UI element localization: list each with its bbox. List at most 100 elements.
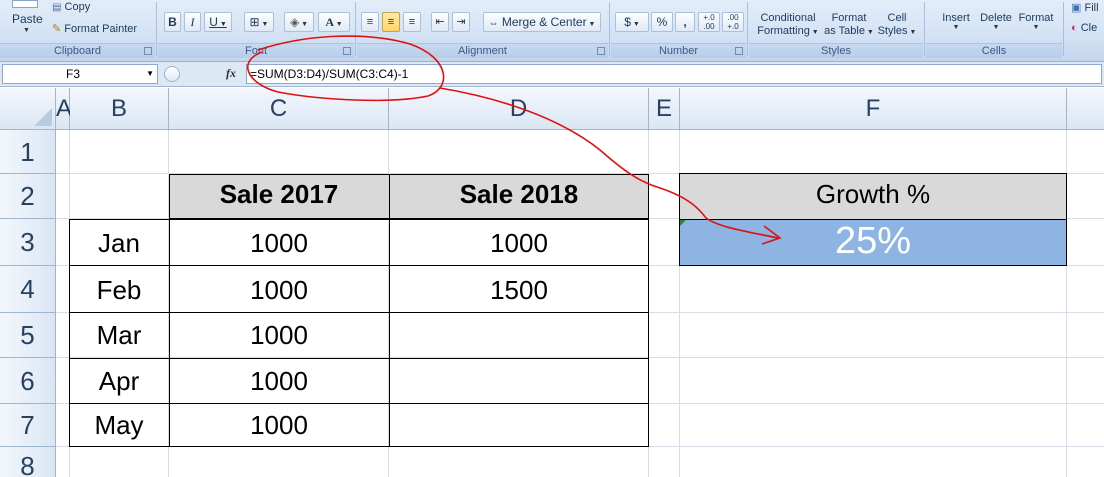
alignment-launcher-icon[interactable]	[597, 47, 605, 55]
row-header-7[interactable]: 7	[0, 404, 56, 447]
expand-circle-icon[interactable]	[164, 66, 180, 82]
sale-2018-cell[interactable]: 1500	[389, 275, 649, 306]
sale-2017-cell[interactable]: 1000	[169, 410, 389, 441]
conditional-formatting-button[interactable]: Conditional Formatting ▼	[757, 12, 819, 39]
month-cell[interactable]: Feb	[69, 275, 169, 306]
column-header-d[interactable]: D	[389, 88, 649, 130]
chevron-down-icon: ▼	[586, 21, 596, 28]
clear-label: Cle	[1080, 22, 1098, 34]
cell-label: Cell	[887, 12, 907, 24]
increase-indent-button[interactable]: ⇥	[452, 12, 470, 32]
sale-2017-cell[interactable]: 1000	[169, 366, 389, 397]
column-header-e[interactable]: E	[649, 88, 680, 130]
sale-2017-cell[interactable]: 1000	[169, 275, 389, 306]
font-launcher-icon[interactable]	[343, 47, 351, 55]
format-cells-button[interactable]: Format ▼	[1014, 12, 1058, 31]
separator	[1063, 2, 1064, 56]
format-cells-label: Format	[1018, 12, 1054, 24]
format-painter-icon: ✎	[52, 23, 62, 35]
column-header-a[interactable]: A	[56, 88, 72, 130]
currency-button[interactable]: $ ▼	[615, 12, 649, 32]
row-header-8[interactable]: 8	[0, 447, 56, 477]
increase-indent-icon: ⇥	[456, 16, 466, 28]
format-as-table-button[interactable]: Format as Table ▼	[823, 12, 875, 39]
name-box-value: F3	[65, 67, 80, 81]
as-table-label: as Table	[824, 25, 865, 37]
align-left-button[interactable]: ≡	[361, 12, 379, 32]
month-cell[interactable]: Jan	[69, 228, 169, 259]
select-all-button[interactable]	[0, 88, 56, 130]
delete-button[interactable]: Delete ▼	[974, 12, 1018, 31]
alignment-label: Alignment	[357, 43, 608, 58]
alignment-group: ≡ ≡ ≡ ⇤ ⇥ ⇔ Merge & Center ▼ Alignment	[357, 0, 608, 58]
header-sale-2017[interactable]: Sale 2017	[169, 179, 389, 210]
format-painter-button[interactable]: ✎ Format Painter	[52, 22, 137, 35]
column-header-g[interactable]	[1067, 88, 1104, 130]
comma-button[interactable]: ,	[675, 12, 695, 32]
chevron-down-icon[interactable]: ▼	[146, 69, 154, 78]
paste-button[interactable]: Paste	[12, 12, 43, 26]
borders-button[interactable]: ⊞ ▼	[244, 12, 274, 32]
header-sale-2018[interactable]: Sale 2018	[389, 179, 649, 210]
clear-button[interactable]: ◐ Cle	[1071, 22, 1097, 34]
decrease-indent-icon: ⇤	[435, 16, 445, 28]
row-header-1[interactable]: 1	[0, 130, 56, 174]
align-right-button[interactable]: ≡	[403, 12, 421, 32]
separator	[355, 2, 356, 56]
column-header-c[interactable]: C	[169, 88, 389, 130]
cells-label: Cells	[926, 43, 1062, 58]
row-header-6[interactable]: 6	[0, 358, 56, 404]
chevron-down-icon: ▼	[907, 29, 917, 36]
copy-icon: ▤	[52, 2, 62, 13]
chevron-down-icon: ▼	[217, 21, 227, 28]
sale-2017-cell[interactable]: 1000	[169, 320, 389, 351]
chevron-down-icon: ▼	[952, 24, 960, 31]
sale-2018-cell[interactable]: 1000	[389, 228, 649, 259]
chevron-down-icon: ▼	[992, 24, 1000, 31]
insert-function-button[interactable]: fx	[226, 66, 236, 81]
merge-center-button[interactable]: ⇔ Merge & Center ▼	[483, 12, 601, 32]
increase-decimal-button[interactable]: +.0 .00	[698, 12, 720, 32]
underline-button[interactable]: U ▼	[204, 12, 232, 32]
column-header-b[interactable]: B	[70, 88, 169, 130]
insert-button[interactable]: Insert ▼	[934, 12, 978, 31]
month-cell[interactable]: May	[69, 410, 169, 441]
align-center-button[interactable]: ≡	[382, 12, 400, 32]
name-box[interactable]: F3 ▼	[2, 64, 158, 84]
growth-value-cell[interactable]: 25%	[679, 219, 1067, 266]
copy-button[interactable]: ▤ Copy	[52, 1, 90, 13]
fill-button[interactable]: ▣ Fill	[1071, 1, 1099, 14]
formula-input[interactable]: =SUM(D3:D4)/SUM(C3:C4)-1	[246, 64, 1102, 84]
number-launcher-icon[interactable]	[735, 47, 743, 55]
growth-header-cell[interactable]: Growth %	[679, 173, 1067, 220]
paste-dropdown-icon[interactable]: ▼	[23, 27, 30, 34]
align-left-icon: ≡	[366, 16, 374, 28]
row-header-5[interactable]: 5	[0, 313, 56, 358]
align-center-icon: ≡	[387, 16, 395, 28]
month-cell[interactable]: Mar	[69, 320, 169, 351]
font-color-button[interactable]: A ▼	[318, 12, 350, 32]
chevron-down-icon: ▼	[864, 29, 874, 36]
decrease-indent-button[interactable]: ⇤	[431, 12, 449, 32]
italic-button[interactable]: I	[184, 12, 201, 32]
fx-area: fx	[160, 64, 244, 84]
row-header-3[interactable]: 3	[0, 219, 56, 266]
separator	[609, 2, 610, 56]
column-header-f[interactable]: F	[680, 88, 1067, 130]
growth-value: 25%	[834, 220, 912, 262]
row-header-4[interactable]: 4	[0, 266, 56, 313]
currency-label: $	[624, 15, 631, 29]
month-cell[interactable]: Apr	[69, 366, 169, 397]
clipboard-launcher-icon[interactable]	[144, 47, 152, 55]
fill-color-button[interactable]: ◈ ▼	[284, 12, 314, 32]
conditional-label: Conditional	[760, 12, 816, 24]
growth-header-label: Growth %	[815, 179, 931, 209]
sale-2017-cell[interactable]: 1000	[169, 228, 389, 259]
spreadsheet-grid[interactable]: A B C D E F 1 2 3 4 5 6 7 8 Sale 2017 Sa…	[0, 88, 1104, 477]
percent-button[interactable]: %	[651, 12, 673, 32]
bold-button[interactable]: B	[164, 12, 181, 32]
row-header-2[interactable]: 2	[0, 174, 56, 219]
merge-center-label: Merge & Center	[501, 15, 587, 29]
cell-styles-button[interactable]: Cell Styles ▼	[877, 12, 917, 39]
decrease-decimal-button[interactable]: .00 +.0	[722, 12, 744, 32]
